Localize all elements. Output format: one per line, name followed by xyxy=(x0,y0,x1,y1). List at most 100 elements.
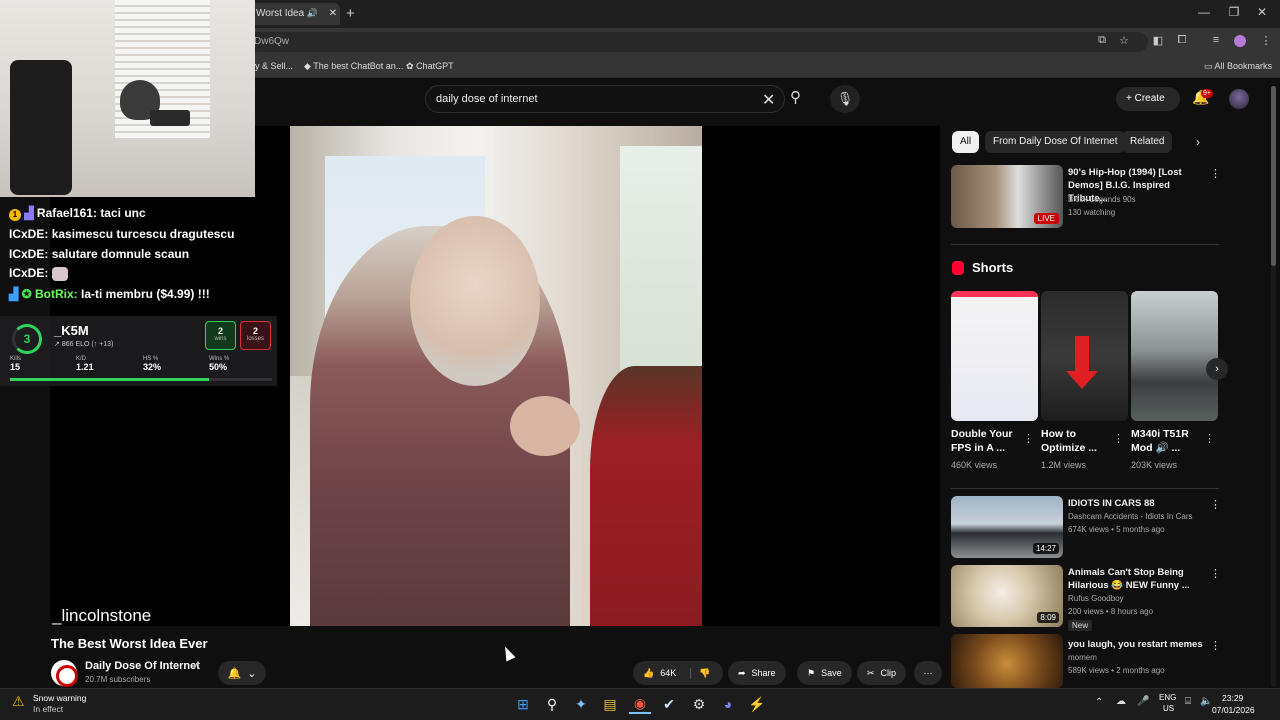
clock-time[interactable]: 23:29 xyxy=(1222,693,1243,703)
kebab-menu-icon[interactable]: ⋮ xyxy=(1204,432,1215,445)
rec-meta: 589K views • 2 months ago xyxy=(1068,666,1165,675)
live-badge: LIVE xyxy=(1033,213,1059,224)
subscribed-bell-button[interactable]: 🔔 ⌄ xyxy=(218,661,266,685)
copilot-icon[interactable]: ✦ xyxy=(570,694,592,714)
chat-text: salutare domnule scaun xyxy=(51,247,190,261)
rec-title[interactable]: IDIOTS IN CARS 88 xyxy=(1068,497,1208,510)
clip-button[interactable]: ✂ Clip xyxy=(857,661,907,685)
chat-username: Rafael161: xyxy=(36,206,97,220)
create-button[interactable]: + Create xyxy=(1116,87,1180,111)
rec-channel[interactable]: Rufus Goodboy xyxy=(1068,594,1124,603)
arrow-down-icon xyxy=(1075,336,1089,376)
chip-from-channel[interactable]: From Daily Dose Of Internet xyxy=(985,131,1126,153)
extension-icon[interactable]: ◧ xyxy=(1150,34,1166,47)
taskbar-search-icon[interactable]: ⚲ xyxy=(541,694,563,714)
chrome-icon[interactable]: ◉ xyxy=(629,694,651,714)
bookmark-star-icon[interactable]: ☆ xyxy=(1116,34,1132,47)
close-window-button[interactable]: ✕ xyxy=(1252,5,1272,19)
more-actions-button[interactable]: ⋯ xyxy=(914,661,942,685)
profile-icon[interactable] xyxy=(1234,35,1246,47)
short-thumbnail[interactable] xyxy=(1131,291,1218,421)
like-dislike-group[interactable]: 👍 64K 👎 xyxy=(633,661,723,685)
tray-expand-icon[interactable]: ⌃ xyxy=(1095,697,1103,708)
short-thumbnail[interactable] xyxy=(951,291,1038,421)
clock-date[interactable]: 07/01/2026 xyxy=(1212,705,1255,715)
browser-menu-icon[interactable]: ⋮ xyxy=(1258,34,1274,47)
discord-icon[interactable]: ◕ xyxy=(717,694,739,714)
thumbs-down-icon[interactable]: 👎 xyxy=(690,667,710,679)
rec-channel[interactable]: Block Legends 90s xyxy=(1068,195,1136,204)
video-frame[interactable] xyxy=(290,126,702,626)
volume-icon[interactable]: 🔈 xyxy=(1200,696,1212,707)
warning-icon[interactable]: ⚠ xyxy=(12,693,25,710)
address-bar[interactable]: Dw6Qw xyxy=(248,32,1148,52)
chat-text: kasimescu turcescu dragutescu xyxy=(51,227,235,241)
channel-avatar[interactable] xyxy=(51,660,78,687)
input-region[interactable]: US xyxy=(1163,704,1174,713)
search-icon[interactable]: ⚲ xyxy=(790,88,801,106)
kebab-menu-icon[interactable]: ⋮ xyxy=(1210,167,1221,180)
level-badge: 3 xyxy=(12,324,42,354)
search-input[interactable]: daily dose of internet xyxy=(425,85,785,113)
share-button[interactable]: ➦ Share xyxy=(728,661,786,685)
network-icon[interactable]: ⌸ xyxy=(1185,696,1191,707)
tray-app-icon[interactable]: ☁ xyxy=(1116,696,1126,707)
settings-gear-icon[interactable]: ⚙ xyxy=(688,694,710,714)
microphone-tray-icon[interactable]: 🎤 xyxy=(1137,696,1149,707)
chip-related[interactable]: Related xyxy=(1122,131,1173,153)
short-thumbnail[interactable] xyxy=(1041,291,1128,421)
account-avatar[interactable] xyxy=(1229,89,1249,109)
chevron-right-icon[interactable]: › xyxy=(1196,135,1200,149)
new-tab-button[interactable]: + xyxy=(346,5,355,22)
chip-all[interactable]: All xyxy=(952,131,980,153)
short-title[interactable]: M340i T51R Mod 🔊 ... xyxy=(1131,427,1201,455)
install-app-icon[interactable]: ⧉ xyxy=(1094,34,1110,47)
input-language[interactable]: ENG xyxy=(1159,693,1176,702)
video-thumbnail[interactable]: 8:09 xyxy=(951,565,1063,627)
live-thumbnail[interactable]: LIVE xyxy=(951,165,1063,228)
duration-badge: 14:27 xyxy=(1032,543,1059,554)
minimize-button[interactable]: — xyxy=(1194,5,1214,19)
short-title[interactable]: How to Optimize ... xyxy=(1041,427,1111,455)
video-thumbnail[interactable] xyxy=(951,634,1063,688)
kebab-menu-icon[interactable]: ⋮ xyxy=(1210,639,1221,652)
video-thumbnail[interactable]: 14:27 xyxy=(951,496,1063,558)
rec-title[interactable]: Animals Can't Stop Being Hilarious 😂 NEW… xyxy=(1068,566,1208,592)
file-explorer-icon[interactable]: ▤ xyxy=(599,694,621,714)
restore-button[interactable]: ❐ xyxy=(1224,5,1244,19)
steam-icon[interactable]: ✔ xyxy=(658,694,680,714)
divider xyxy=(951,488,1219,489)
rec-channel[interactable]: Dashcam Accidents - Idiots In Cars xyxy=(1068,512,1193,521)
shorts-next-icon[interactable]: › xyxy=(1206,358,1228,380)
thumbs-up-icon[interactable]: 👍 xyxy=(643,668,654,679)
rec-channel[interactable]: momem xyxy=(1068,653,1097,662)
rec-title[interactable]: you laugh, you restart memes xyxy=(1068,638,1208,651)
short-views: 460K views xyxy=(951,460,998,470)
badge-icon: ▟ xyxy=(9,287,19,301)
rec-meta: 130 watching xyxy=(1068,208,1116,217)
kebab-menu-icon[interactable]: ⋮ xyxy=(1113,432,1124,445)
kebab-menu-icon[interactable]: ⋮ xyxy=(1210,498,1221,511)
bookmark-item[interactable]: y & Sell... xyxy=(255,61,293,71)
page-scrollbar[interactable] xyxy=(1271,86,1276,686)
kebab-menu-icon[interactable]: ⋮ xyxy=(1023,432,1034,445)
scrollbar-thumb[interactable] xyxy=(1271,86,1276,266)
tab-close-icon[interactable]: ✕ xyxy=(329,8,337,19)
reading-list-icon[interactable]: ≡ xyxy=(1208,34,1224,46)
save-button[interactable]: ⚑ Save xyxy=(797,661,852,685)
windows-start-icon[interactable]: ⊞ xyxy=(512,694,534,714)
stat-kills: Kills 15 xyxy=(10,356,22,372)
kebab-menu-icon[interactable]: ⋮ xyxy=(1210,567,1221,580)
channel-name[interactable]: Daily Dose Of Internet xyxy=(85,660,200,672)
app-icon[interactable]: ⚡ xyxy=(746,694,768,714)
clear-search-icon[interactable]: ✕ xyxy=(762,90,775,110)
weather-title[interactable]: Snow warning xyxy=(33,693,86,703)
browser-tab[interactable]: Worst Idea E 🔊 ✕ xyxy=(248,3,340,25)
all-bookmarks[interactable]: ▭ All Bookmarks xyxy=(1204,61,1272,72)
short-title[interactable]: Double Your FPS in A ... xyxy=(951,427,1021,455)
extensions-puzzle-icon[interactable]: ⧠ xyxy=(1174,34,1190,47)
bookmark-item-chatgpt[interactable]: ✿ ChatGPT xyxy=(406,61,454,72)
speaker-icon[interactable]: 🔊 xyxy=(307,8,318,18)
bookmark-item-chatbot[interactable]: ◆ The best ChatBot an... xyxy=(304,61,403,72)
microphone-icon[interactable]: 🎙 xyxy=(830,85,860,113)
